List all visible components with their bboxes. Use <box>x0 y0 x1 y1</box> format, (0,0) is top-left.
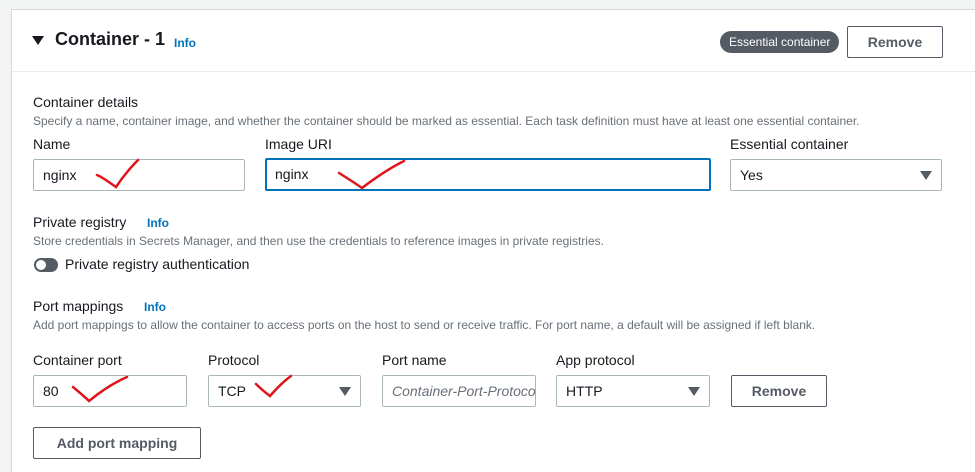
checkmark-name-icon <box>95 158 140 189</box>
annotation-checkmarks <box>71 158 406 403</box>
checkmark-protocol-icon <box>254 374 293 398</box>
checkmark-image-icon <box>337 159 406 190</box>
checkmark-port-icon <box>71 375 129 403</box>
